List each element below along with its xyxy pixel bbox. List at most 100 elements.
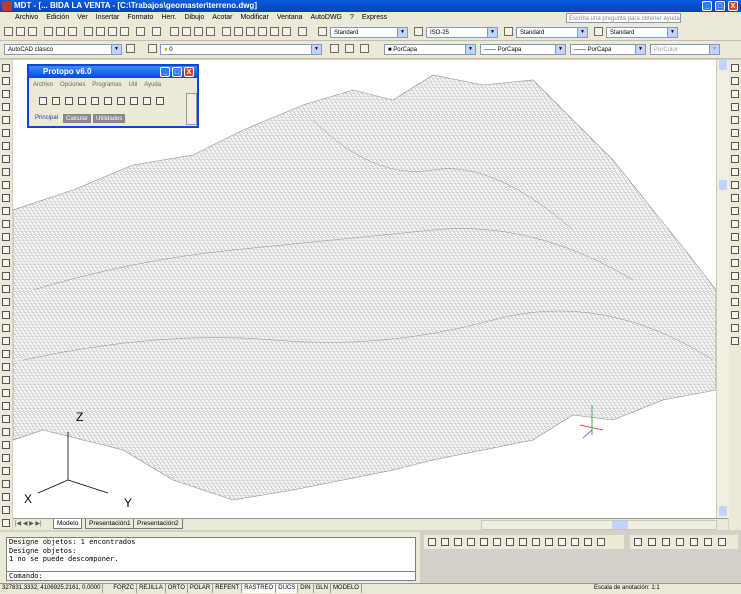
plus-icon[interactable] [718,538,726,546]
protopo-tab-calcular[interactable]: Calcular [63,114,92,123]
protopo-minimize-button[interactable]: _ [160,67,170,77]
undo-icon[interactable] [136,27,145,36]
print-icon[interactable] [44,27,53,36]
menu-help[interactable]: ? [347,12,357,24]
ellipse-icon[interactable] [2,181,10,189]
protopo-tool-icon[interactable] [156,97,164,105]
drawing-canvas[interactable]: Z X Y [13,60,716,518]
menu-archivo[interactable]: Archivo [12,12,41,24]
menu-autodwg[interactable]: AutoDWG [307,12,345,24]
protopo-menu-opciones[interactable]: Opciones [60,82,85,88]
tab-presentacion1[interactable]: Presentación1 [85,519,135,529]
hatch-icon[interactable] [2,428,10,436]
redo-icon[interactable] [152,27,161,36]
protopo-menu-ayuda[interactable]: Ayuda [144,82,161,88]
menu-acotar[interactable]: Acotar [209,12,235,24]
toggle-refent[interactable]: REFENT [213,584,243,593]
tab-modelo[interactable]: Modelo [53,519,83,529]
toggle-polar[interactable]: POLAR [188,584,214,593]
text-style-icon[interactable] [318,27,327,36]
chamfer-icon[interactable] [731,233,739,241]
linetype-select[interactable]: —— PorCapa ▼ [480,44,566,55]
save-icon[interactable] [690,538,698,546]
menu-ventana[interactable]: Ventana [274,12,306,24]
list-icon[interactable] [558,538,566,546]
erase-icon[interactable] [731,64,739,72]
save-icon[interactable] [584,538,592,546]
save-icon[interactable] [506,538,514,546]
scroll-up-icon[interactable] [719,60,727,70]
arc-icon[interactable] [2,129,10,137]
protopo-tab-utilidades[interactable]: Utilidades [93,114,126,123]
hscroll-thumb[interactable] [612,521,628,529]
plot-style-select[interactable]: Standard ▼ [606,27,678,38]
cloud-icon[interactable] [2,155,10,163]
help-icon[interactable] [298,27,307,36]
arc-icon[interactable] [2,337,10,345]
scroll-thumb[interactable] [719,180,727,190]
color-select[interactable]: ■ PorCapa ▼ [384,44,476,55]
paste-icon[interactable] [108,27,117,36]
insert-block-icon[interactable] [2,402,10,410]
plotcolor-select[interactable]: PorColor ▼ [650,44,720,55]
fillet-icon[interactable] [731,246,739,254]
layer-icon[interactable] [676,538,684,546]
dim-style-select[interactable]: ISO-25 ▼ [426,27,498,38]
workspace-select[interactable]: AutoCAD clásico ▼ [4,44,122,55]
menu-dibujo[interactable]: Dibujo [181,12,207,24]
toggle-modelo[interactable]: MODELO [331,584,362,593]
zoom-previous-icon[interactable] [206,27,215,36]
point-icon[interactable] [2,415,10,423]
layer-states-icon[interactable] [360,44,369,53]
toggle-orto[interactable]: ORTO [166,584,188,593]
explode-icon[interactable] [731,259,739,267]
offset-icon[interactable] [731,103,739,111]
layer-previous-icon[interactable] [345,44,354,53]
save-icon[interactable] [428,538,436,546]
polyline-icon[interactable] [2,506,10,514]
protopo-menu-archivo[interactable]: Archivo [33,82,53,88]
zoom-window-icon[interactable] [194,27,203,36]
protopo-tool-icon[interactable] [39,97,47,105]
menu-herr[interactable]: Herr. [158,12,179,24]
match-properties-icon[interactable] [120,27,129,36]
protopo-title-bar[interactable]: Protopo v6.0 _ □ X [29,66,197,78]
annotation-scale[interactable]: Escala de anotación: 1:1 [594,584,660,593]
offset-icon[interactable] [731,311,739,319]
menu-insertar[interactable]: Insertar [93,12,123,24]
tab-presentacion2[interactable]: Presentación2 [133,519,183,529]
multileader-style-icon[interactable] [594,27,603,36]
properties-icon[interactable] [222,27,231,36]
spline-icon[interactable] [2,168,10,176]
menu-modificar[interactable]: Modificar [237,12,271,24]
polygon-icon[interactable] [2,519,10,527]
publish-icon[interactable] [68,27,77,36]
construction-line-icon[interactable] [2,285,10,293]
circle-icon[interactable] [2,350,10,358]
distance-icon[interactable] [532,538,540,546]
circle-icon[interactable] [2,142,10,150]
sheet-set-icon[interactable] [258,27,267,36]
table-style-select[interactable]: Standard ▼ [516,27,588,38]
protopo-tool-icon[interactable] [65,97,73,105]
construction-line-icon[interactable] [2,77,10,85]
move-icon[interactable] [731,337,739,345]
protopo-maximize-button[interactable]: □ [172,67,182,77]
table-style-icon[interactable] [504,27,513,36]
line-icon[interactable] [2,272,10,280]
cloud-icon[interactable] [2,363,10,371]
zoom-icon[interactable] [441,538,449,546]
list-icon[interactable] [480,538,488,546]
pen-icon[interactable] [704,538,712,546]
rectangle-icon[interactable] [2,116,10,124]
rotate-icon[interactable] [731,142,739,150]
close-button[interactable]: X [728,1,738,11]
maximize-button[interactable]: □ [715,1,725,11]
area-icon[interactable] [545,538,553,546]
polygon-icon[interactable] [2,311,10,319]
area-icon[interactable] [467,538,475,546]
plus-icon[interactable] [662,538,670,546]
workspace-settings-icon[interactable] [126,44,135,53]
vertical-scrollbar[interactable] [716,60,729,518]
break-icon[interactable] [731,207,739,215]
